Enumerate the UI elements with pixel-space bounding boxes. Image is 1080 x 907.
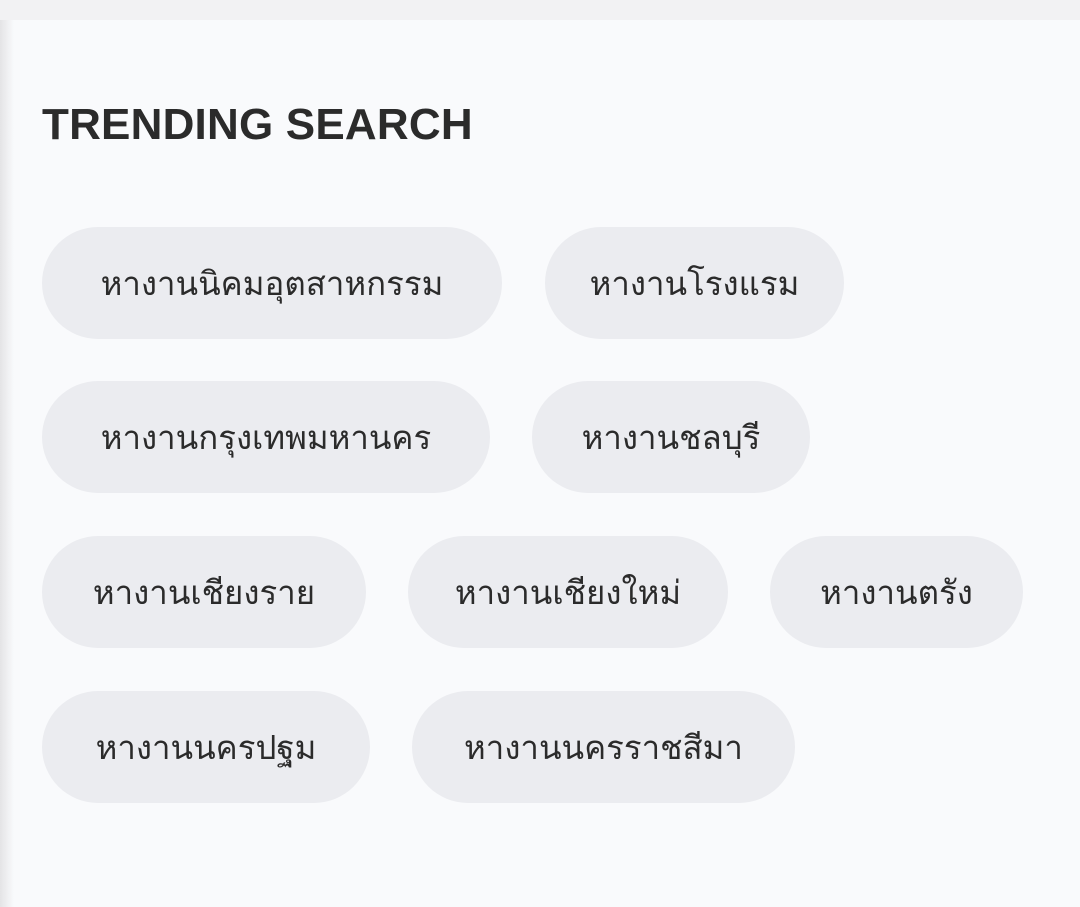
trending-chip[interactable]: หางานชลบุรี bbox=[532, 381, 810, 493]
trending-chip[interactable]: หางานนครปฐม bbox=[42, 691, 370, 803]
trending-chip[interactable]: หางานนครราชสีมา bbox=[412, 691, 795, 803]
trending-chip[interactable]: หางานเชียงใหม่ bbox=[408, 536, 728, 648]
trending-chip[interactable]: หางานเชียงราย bbox=[42, 536, 366, 648]
trending-chip[interactable]: หางานตรัง bbox=[770, 536, 1023, 648]
trending-chip[interactable]: หางานกรุงเทพมหานคร bbox=[42, 381, 490, 493]
trending-chip[interactable]: หางานโรงแรม bbox=[545, 227, 844, 339]
trending-chip[interactable]: หางานนิคมอุตสาหกรรม bbox=[42, 227, 502, 339]
trending-chip-list: หางานนิคมอุตสาหกรรม หางานโรงแรม หางานกรุ… bbox=[0, 0, 1080, 907]
